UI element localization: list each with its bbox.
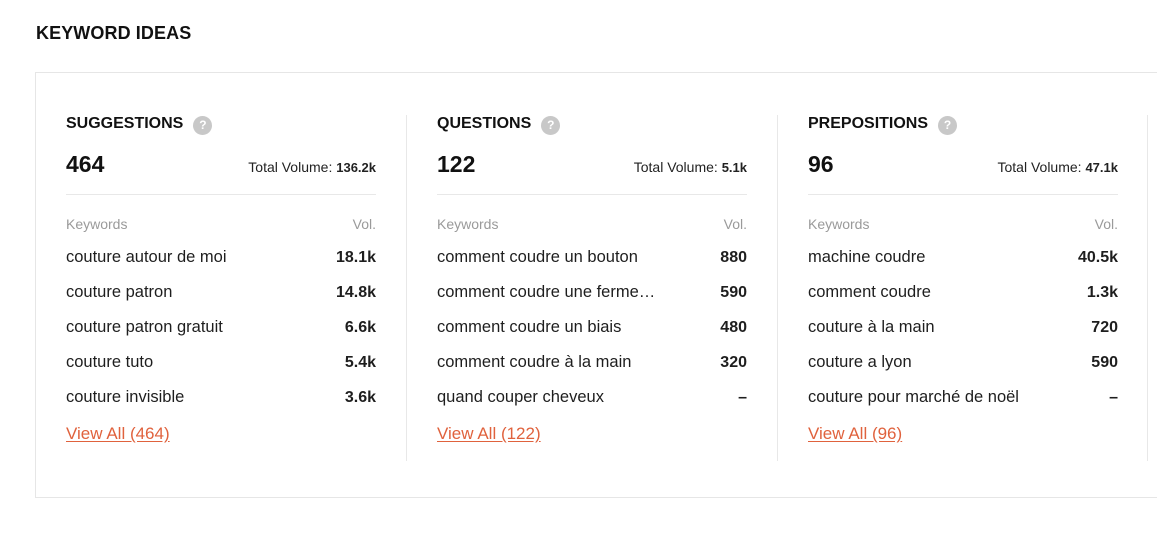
keyword-row[interactable]: machine coudre 40.5k — [808, 240, 1118, 275]
total-volume: Total Volume: 136.2k — [248, 159, 376, 175]
keyword-volume: 14.8k — [335, 283, 376, 301]
view-all-link[interactable]: View All (464) — [66, 424, 170, 444]
total-volume-value: 136.2k — [336, 160, 376, 175]
keyword-volume: 18.1k — [335, 248, 376, 266]
keyword-count: 96 — [808, 151, 834, 177]
prepositions-column: PREPOSITIONS ? 96 Total Volume: 47.1k Ke… — [808, 113, 1118, 459]
keyword-row[interactable]: couture patron gratuit 6.6k — [66, 310, 376, 345]
keyword-row[interactable]: couture pour marché de noël – — [808, 380, 1118, 415]
column-title: QUESTIONS — [437, 115, 532, 132]
keyword-row[interactable]: comment coudre une ferme… 590 — [437, 275, 747, 310]
keyword-text: couture a lyon — [808, 353, 912, 371]
column-divider — [1147, 115, 1148, 461]
column-divider — [406, 115, 407, 461]
keyword-row[interactable]: couture tuto 5.4k — [66, 345, 376, 380]
vol-header: Vol. — [723, 216, 747, 232]
keywords-header: Keywords — [66, 216, 128, 232]
view-all-link[interactable]: View All (96) — [808, 424, 902, 444]
keyword-text: couture tuto — [66, 353, 154, 371]
column-divider — [777, 115, 778, 461]
total-volume-label: Total Volume: — [997, 159, 1082, 175]
keyword-count: 122 — [437, 151, 476, 177]
total-volume-label: Total Volume: — [248, 159, 333, 175]
keyword-volume: 590 — [1091, 353, 1118, 371]
list-header: Keywords Vol. — [66, 216, 376, 232]
keyword-row[interactable]: couture patron 14.8k — [66, 275, 376, 310]
keyword-volume: – — [738, 388, 747, 406]
section-title: KEYWORD IDEAS — [36, 23, 192, 43]
keyword-volume: 880 — [720, 248, 747, 266]
suggestions-column: SUGGESTIONS ? 464 Total Volume: 136.2k K… — [66, 113, 376, 459]
column-title: SUGGESTIONS — [66, 115, 184, 132]
list-header: Keywords Vol. — [437, 216, 747, 232]
keyword-row[interactable]: couture invisible 3.6k — [66, 380, 376, 415]
divider-line — [437, 194, 747, 195]
keyword-volume: 5.4k — [344, 353, 376, 371]
total-volume: Total Volume: 47.1k — [998, 159, 1119, 175]
keyword-row[interactable]: comment coudre un biais 480 — [437, 310, 747, 345]
divider-line — [66, 194, 376, 195]
keyword-row[interactable]: comment coudre à la main 320 — [437, 345, 747, 380]
column-title: PREPOSITIONS — [808, 115, 929, 132]
keyword-text: comment coudre une ferme… — [437, 283, 656, 301]
list-header: Keywords Vol. — [808, 216, 1118, 232]
total-volume: Total Volume: 5.1k — [634, 159, 747, 175]
keyword-row[interactable]: comment coudre 1.3k — [808, 275, 1118, 310]
keyword-text: comment coudre à la main — [437, 353, 632, 371]
divider-line — [808, 194, 1118, 195]
keyword-text: quand couper cheveux — [437, 388, 604, 406]
keyword-ideas-card: SUGGESTIONS ? 464 Total Volume: 136.2k K… — [35, 72, 1157, 498]
help-icon[interactable]: ? — [541, 115, 561, 135]
keywords-header: Keywords — [437, 216, 499, 232]
keyword-text: couture à la main — [808, 318, 935, 336]
keyword-volume: 720 — [1091, 318, 1118, 336]
keywords-header: Keywords — [808, 216, 870, 232]
keyword-volume: 320 — [720, 353, 747, 371]
questions-column: QUESTIONS ? 122 Total Volume: 5.1k Keywo… — [437, 113, 747, 459]
keyword-volume: 40.5k — [1077, 248, 1118, 266]
keyword-text: couture patron — [66, 283, 173, 301]
keyword-text: couture pour marché de noël — [808, 388, 1019, 406]
keyword-row[interactable]: quand couper cheveux – — [437, 380, 747, 415]
total-volume-label: Total Volume: — [633, 159, 718, 175]
vol-header: Vol. — [1094, 216, 1118, 232]
keyword-row[interactable]: comment coudre un bouton 880 — [437, 240, 747, 275]
keyword-row[interactable]: couture autour de moi 18.1k — [66, 240, 376, 275]
total-volume-value: 5.1k — [721, 160, 747, 175]
keyword-text: couture invisible — [66, 388, 185, 406]
keyword-count: 464 — [66, 151, 105, 177]
keyword-text: couture autour de moi — [66, 248, 227, 266]
vol-header: Vol. — [352, 216, 376, 232]
view-all-link[interactable]: View All (122) — [437, 424, 541, 444]
keyword-row[interactable]: couture à la main 720 — [808, 310, 1118, 345]
keyword-volume: 6.6k — [344, 318, 376, 336]
keyword-text: comment coudre un bouton — [437, 248, 638, 266]
keyword-volume: 590 — [720, 283, 747, 301]
keyword-text: comment coudre un biais — [437, 318, 622, 336]
keyword-row[interactable]: couture a lyon 590 — [808, 345, 1118, 380]
help-icon[interactable]: ? — [193, 115, 213, 135]
keyword-volume: 480 — [720, 318, 747, 336]
keyword-volume: 3.6k — [344, 388, 376, 406]
keyword-text: comment coudre — [808, 283, 931, 301]
total-volume-value: 47.1k — [1085, 160, 1118, 175]
keyword-volume: 1.3k — [1086, 283, 1118, 301]
help-icon[interactable]: ? — [938, 115, 958, 135]
keyword-text: machine coudre — [808, 248, 926, 266]
keyword-volume: – — [1109, 388, 1118, 406]
keyword-text: couture patron gratuit — [66, 318, 223, 336]
